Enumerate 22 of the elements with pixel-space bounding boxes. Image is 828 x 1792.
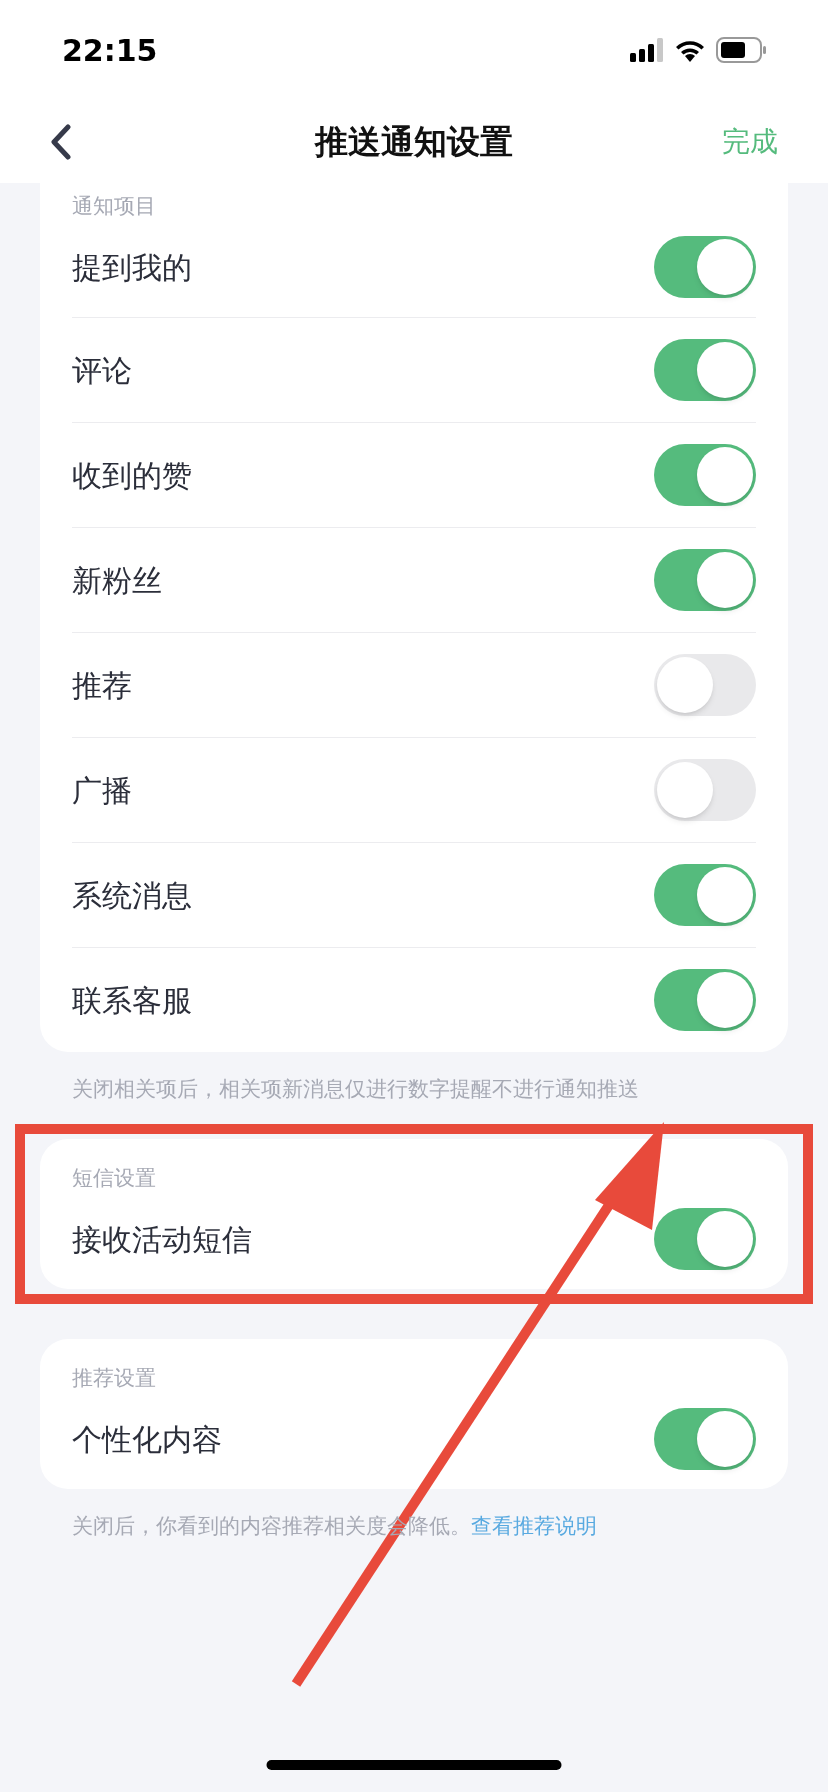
setting-label: 广播 xyxy=(72,771,132,810)
setting-label: 系统消息 xyxy=(72,876,192,915)
setting-label: 评论 xyxy=(72,351,132,390)
setting-label: 接收活动短信 xyxy=(72,1220,252,1259)
setting-label: 收到的赞 xyxy=(72,456,192,495)
setting-label: 联系客服 xyxy=(72,981,192,1020)
section-header: 短信设置 xyxy=(72,1165,157,1192)
section-header: 通知项目 xyxy=(72,193,157,220)
done-button[interactable]: 完成 xyxy=(722,120,778,163)
signal-icon xyxy=(630,38,664,62)
wifi-icon xyxy=(674,38,706,62)
section-header: 推荐设置 xyxy=(72,1365,157,1392)
explanation-link[interactable]: 查看推荐说明 xyxy=(471,1514,597,1538)
battery-icon xyxy=(716,37,766,63)
page-title: 推送通知设置 xyxy=(315,120,513,163)
toggle-switch[interactable] xyxy=(654,1208,756,1270)
setting-label: 新粉丝 xyxy=(72,561,162,600)
footnote: 关闭相关项后，相关项新消息仅进行数字提醒不进行通知推送 xyxy=(72,1076,640,1103)
setting-label: 推荐 xyxy=(72,666,132,705)
setting-label: 个性化内容 xyxy=(72,1420,222,1459)
setting-label: 提到我的 xyxy=(72,248,192,287)
status-time: 22:15 xyxy=(62,31,158,70)
